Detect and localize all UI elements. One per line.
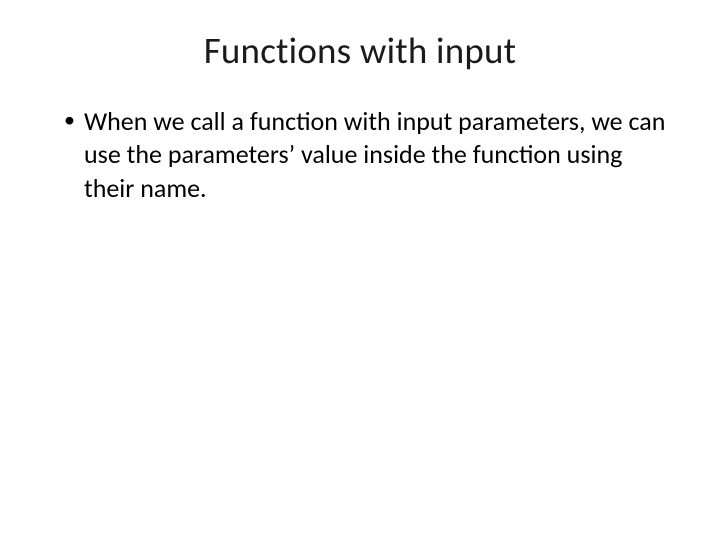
bullet-list: When we call a function with input param…: [64, 105, 672, 205]
slide-container: Functions with input When we call a func…: [0, 0, 720, 540]
slide-title: Functions with input: [48, 28, 672, 73]
slide-content: When we call a function with input param…: [48, 105, 672, 205]
list-item: When we call a function with input param…: [64, 105, 672, 205]
